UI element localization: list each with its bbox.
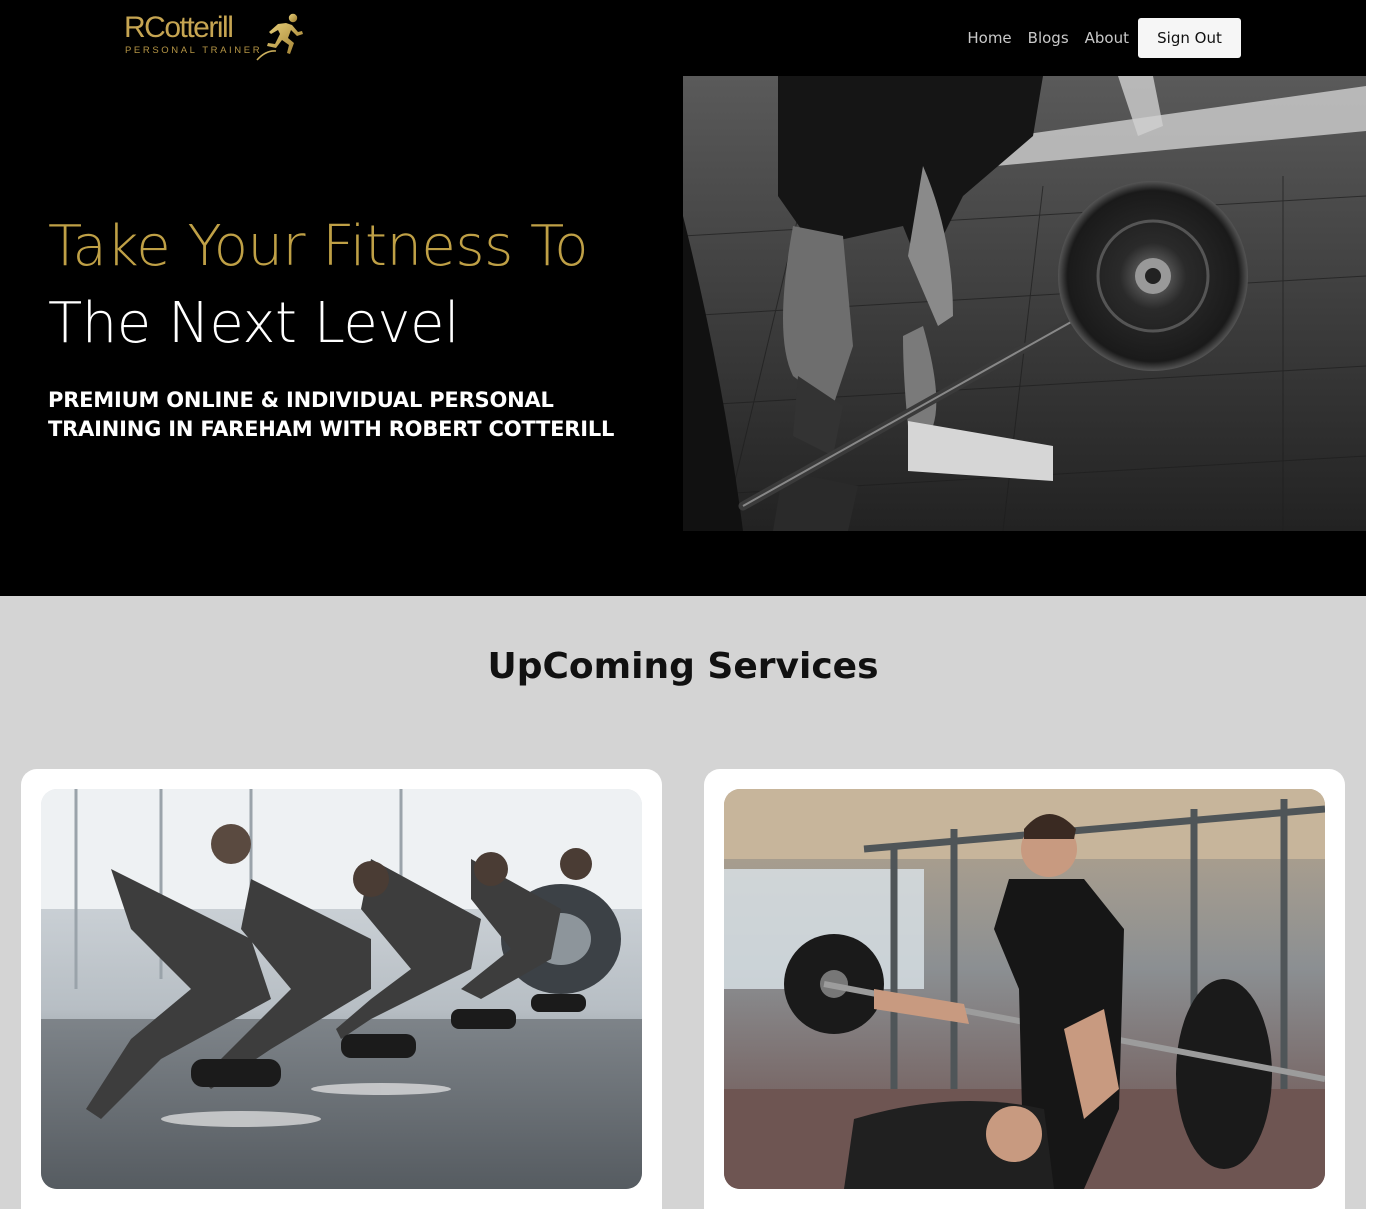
deadlift-photo	[683, 76, 1366, 531]
runner-icon	[256, 13, 303, 61]
service-card[interactable]	[704, 769, 1345, 1209]
hero-section: Take Your Fitness To The Next Level PREM…	[0, 76, 1366, 596]
service-card[interactable]	[21, 769, 662, 1209]
nav-blogs-link[interactable]: Blogs	[1028, 18, 1069, 58]
hero-subtitle: PREMIUM ONLINE & INDIVIDUAL PERSONAL TRA…	[48, 388, 615, 441]
main-nav: Home Blogs About Sign Out	[967, 18, 1241, 58]
site-header: RCotterill PERSONAL TRAINER Home Blogs A…	[0, 0, 1366, 76]
sign-out-button[interactable]: Sign Out	[1138, 18, 1241, 58]
logo[interactable]: RCotterill PERSONAL TRAINER	[124, 12, 314, 64]
logo-wordmark: RCotterill	[124, 11, 234, 44]
hero-title-line-2: The Next Level	[48, 291, 460, 356]
bench-press-photo	[724, 789, 1325, 1189]
page: RCotterill PERSONAL TRAINER Home Blogs A…	[0, 0, 1366, 1209]
group-workout-photo	[41, 789, 642, 1189]
nav-home-link[interactable]: Home	[967, 18, 1011, 58]
hero-title-line-1: Take Your Fitness To	[48, 214, 589, 279]
nav-about-link[interactable]: About	[1085, 18, 1129, 58]
services-section: UpComing Services	[0, 596, 1366, 1209]
logo-tagline: PERSONAL TRAINER	[125, 45, 263, 56]
services-title: UpComing Services	[487, 646, 879, 687]
